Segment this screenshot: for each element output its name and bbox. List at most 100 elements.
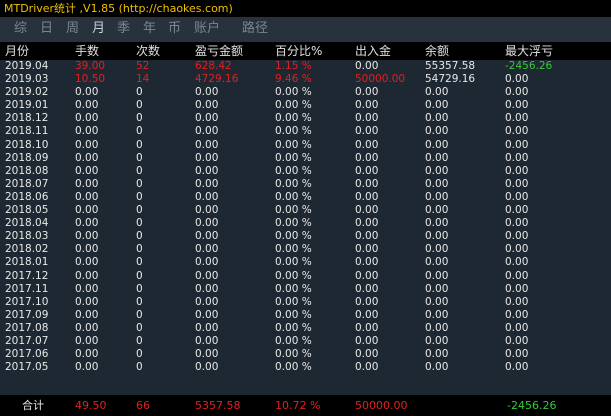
cell-count: 14: [136, 73, 150, 86]
cell-month: 2018.05: [5, 204, 49, 217]
tab-zhou[interactable]: 周: [66, 20, 79, 38]
table-row[interactable]: 2018.04 0.00 0 0.00 0.00 % 0.00 0.00 0.00: [0, 217, 611, 230]
column-header-count[interactable]: 次数: [136, 44, 160, 58]
cell-maxdd: 0.00: [505, 177, 529, 190]
table-row[interactable]: 2018.12 0.00 0 0.00 0.00 % 0.00 0.00 0.00: [0, 112, 611, 125]
tab-zong[interactable]: 综: [14, 20, 27, 38]
cell-pl: 0.00: [195, 361, 219, 374]
column-header-pct[interactable]: 百分比%: [275, 44, 322, 58]
cell-bal: 54729.16: [425, 73, 476, 86]
table-row[interactable]: 2019.02 0.00 0 0.00 0.00 % 0.00 0.00 0.00: [0, 86, 611, 99]
cell-dep: 0.00: [355, 99, 379, 112]
tab-ri[interactable]: 日: [40, 20, 53, 38]
cell-pl: 0.00: [195, 348, 219, 361]
cell-pl: 0.00: [195, 164, 219, 177]
table-row[interactable]: 2019.04 39.00 52 628.42 1.15 % 0.00 55357.58 -2…: [0, 60, 611, 73]
cell-pct: 0.00 %: [275, 99, 312, 112]
cell-month: 2018.04: [5, 217, 49, 230]
cell-lots: 0.00: [75, 269, 99, 282]
table-row[interactable]: 2017.09 0.00 0 0.00 0.00 % 0.00 0.00 0.00: [0, 309, 611, 322]
table-row[interactable]: 2017.11 0.00 0 0.00 0.00 % 0.00 0.00 0.00: [0, 283, 611, 296]
cell-pl: 0.00: [195, 321, 219, 334]
cell-month: 2018.03: [5, 230, 49, 243]
table-row[interactable]: 2019.03 10.50 14 4729.16 9.46 % 50000.00 54729…: [0, 73, 611, 86]
table-row[interactable]: 2018.05 0.00 0 0.00 0.00 % 0.00 0.00 0.00: [0, 204, 611, 217]
cell-lots: 0.00: [75, 295, 99, 308]
table-row[interactable]: 2018.11 0.00 0 0.00 0.00 % 0.00 0.00 0.00: [0, 125, 611, 138]
total-maxdd: -2456.26: [507, 399, 557, 412]
tab-lujing[interactable]: 路径: [242, 20, 268, 38]
cell-dep: 0.00: [355, 282, 379, 295]
cell-pct: 0.00 %: [275, 177, 312, 190]
cell-month: 2019.03: [5, 73, 49, 86]
cell-pl: 0.00: [195, 99, 219, 112]
cell-maxdd: 0.00: [505, 217, 529, 230]
column-header-month[interactable]: 月份: [5, 44, 29, 58]
table-row[interactable]: 2017.07 0.00 0 0.00 0.00 % 0.00 0.00 0.00: [0, 335, 611, 348]
cell-month: 2017.10: [5, 295, 49, 308]
cell-maxdd: 0.00: [505, 73, 529, 86]
cell-lots: 0.00: [75, 348, 99, 361]
cell-pl: 0.00: [195, 230, 219, 243]
tab-yue[interactable]: 月: [92, 20, 105, 38]
cell-dep: 0.00: [355, 243, 379, 256]
tab-bi[interactable]: 币: [168, 20, 181, 38]
table-header: 月份 手数 次数 盈亏金额 百分比% 出入金 余额 最大浮亏: [0, 42, 611, 60]
table-row[interactable]: 2018.06 0.00 0 0.00 0.00 % 0.00 0.00 0.00: [0, 191, 611, 204]
cell-count: 0: [136, 86, 143, 99]
cell-dep: 0.00: [355, 361, 379, 374]
table-row[interactable]: 2018.01 0.00 0 0.00 0.00 % 0.00 0.00 0.00: [0, 256, 611, 269]
table-row[interactable]: 2017.06 0.00 0 0.00 0.00 % 0.00 0.00 0.00: [0, 348, 611, 361]
cell-month: 2018.11: [5, 125, 49, 138]
cell-bal: 0.00: [425, 125, 449, 138]
cell-pct: 0.00 %: [275, 295, 312, 308]
cell-count: 0: [136, 164, 143, 177]
table-row[interactable]: 2019.01 0.00 0 0.00 0.00 % 0.00 0.00 0.00: [0, 99, 611, 112]
table-row[interactable]: 2018.09 0.00 0 0.00 0.00 % 0.00 0.00 0.00: [0, 152, 611, 165]
column-header-pl[interactable]: 盈亏金额: [195, 44, 243, 58]
cell-lots: 0.00: [75, 217, 99, 230]
cell-bal: 0.00: [425, 151, 449, 164]
cell-pct: 0.00 %: [275, 217, 312, 230]
cell-maxdd: 0.00: [505, 295, 529, 308]
total-dep: 50000.00: [355, 399, 408, 412]
cell-dep: 0.00: [355, 112, 379, 125]
cell-pl: 0.00: [195, 125, 219, 138]
table-row[interactable]: 2017.10 0.00 0 0.00 0.00 % 0.00 0.00 0.00: [0, 296, 611, 309]
tab-zhanghu[interactable]: 账户: [194, 20, 220, 38]
table-row[interactable]: 2018.08 0.00 0 0.00 0.00 % 0.00 0.00 0.00: [0, 165, 611, 178]
cell-pl: 0.00: [195, 204, 219, 217]
cell-maxdd: 0.00: [505, 125, 529, 138]
cell-pct: 0.00 %: [275, 190, 312, 203]
cell-count: 0: [136, 190, 143, 203]
cell-bal: 0.00: [425, 243, 449, 256]
cell-lots: 0.00: [75, 334, 99, 347]
cell-maxdd: 0.00: [505, 204, 529, 217]
table-row[interactable]: 2018.03 0.00 0 0.00 0.00 % 0.00 0.00 0.00: [0, 230, 611, 243]
table-row[interactable]: 2018.02 0.00 0 0.00 0.00 % 0.00 0.00 0.00: [0, 243, 611, 256]
cell-dep: 0.00: [355, 334, 379, 347]
table-row[interactable]: 2018.10 0.00 0 0.00 0.00 % 0.00 0.00 0.00: [0, 139, 611, 152]
column-header-maxdd[interactable]: 最大浮亏: [505, 44, 553, 58]
column-header-bal[interactable]: 余额: [425, 44, 449, 58]
tab-nian[interactable]: 年: [143, 20, 156, 38]
tab-ji[interactable]: 季: [117, 20, 130, 38]
table-row[interactable]: 2017.05 0.00 0 0.00 0.00 % 0.00 0.00 0.00: [0, 361, 611, 374]
monthly-table: 2019.04 39.00 52 628.42 1.15 % 0.00 55357.58 -2…: [0, 60, 611, 374]
cell-lots: 0.00: [75, 99, 99, 112]
cell-maxdd: 0.00: [505, 138, 529, 151]
cell-count: 52: [136, 60, 150, 72]
cell-month: 2018.09: [5, 151, 49, 164]
column-header-dep[interactable]: 出入金: [355, 44, 391, 58]
cell-pl: 0.00: [195, 295, 219, 308]
table-row[interactable]: 2018.07 0.00 0 0.00 0.00 % 0.00 0.00 0.00: [0, 178, 611, 191]
table-row[interactable]: 2017.08 0.00 0 0.00 0.00 % 0.00 0.00 0.00: [0, 322, 611, 335]
cell-bal: 0.00: [425, 282, 449, 295]
cell-pct: 0.00 %: [275, 334, 312, 347]
cell-count: 0: [136, 217, 143, 230]
cell-pl: 0.00: [195, 112, 219, 125]
cell-maxdd: 0.00: [505, 348, 529, 361]
column-header-lots[interactable]: 手数: [75, 44, 99, 58]
cell-lots: 0.00: [75, 282, 99, 295]
table-row[interactable]: 2017.12 0.00 0 0.00 0.00 % 0.00 0.00 0.00: [0, 270, 611, 283]
